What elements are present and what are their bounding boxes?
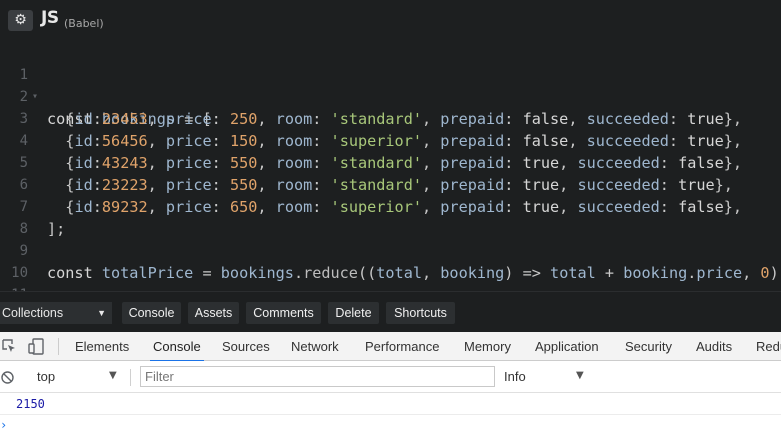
code-line: 10 bbox=[0, 240, 781, 281]
console-output-row: 2150 bbox=[0, 393, 781, 415]
caret-down-icon: ▼ bbox=[576, 370, 584, 381]
code-line: 6 {id:89232, price: 650, room: 'superior… bbox=[0, 152, 781, 216]
shortcuts-button[interactable]: Shortcuts bbox=[386, 302, 455, 324]
console-prompt-icon[interactable]: › bbox=[0, 418, 7, 432]
editor-language-title: JS bbox=[41, 8, 59, 28]
device-toolbar-icon[interactable] bbox=[28, 338, 46, 355]
tab-security[interactable]: Security bbox=[625, 332, 672, 361]
tab-performance[interactable]: Performance bbox=[365, 332, 439, 361]
tab-audits[interactable]: Audits bbox=[696, 332, 732, 361]
tab-network[interactable]: Network bbox=[291, 332, 339, 361]
caret-down-icon: ▼ bbox=[109, 370, 117, 381]
collections-dropdown[interactable]: Collections ▼ bbox=[0, 302, 112, 324]
code-line: 11 console.log(totalPrice); bbox=[0, 262, 781, 291]
clear-console-icon[interactable] bbox=[1, 371, 14, 384]
caret-down-icon: ▼ bbox=[97, 308, 106, 318]
devtools-panel: Elements Console Sources Network Perform… bbox=[0, 332, 781, 433]
code-area[interactable]: 1 ▾ const bookings = [ 2 {id:23453, pric… bbox=[0, 42, 781, 291]
line-number: 11 bbox=[0, 284, 28, 291]
console-filter-input[interactable] bbox=[140, 366, 495, 387]
console-filter-bar: top ▼ Info ▼ bbox=[0, 361, 781, 393]
code-line: 3 {id:56456, price: 150, room: 'superior… bbox=[0, 86, 781, 150]
editor-header: ⚙ JS (Babel) bbox=[0, 0, 781, 38]
filter-separator bbox=[130, 369, 131, 386]
tab-application[interactable]: Application bbox=[535, 332, 599, 361]
context-selector[interactable]: top bbox=[37, 369, 55, 384]
tab-sources[interactable]: Sources bbox=[222, 332, 270, 361]
tab-redux[interactable]: Redu bbox=[756, 332, 781, 361]
assets-button[interactable]: Assets bbox=[188, 302, 239, 324]
tab-memory[interactable]: Memory bbox=[464, 332, 511, 361]
console-button[interactable]: Console bbox=[122, 302, 181, 324]
code-line: 1 ▾ const bookings = [ bbox=[0, 42, 781, 128]
editor-preprocessor-label: (Babel) bbox=[64, 17, 104, 30]
console-output-value: 2150 bbox=[16, 397, 45, 411]
pen-footer-toolbar: Collections ▼ Console Assets Comments De… bbox=[0, 291, 781, 332]
comments-button[interactable]: Comments bbox=[246, 302, 321, 324]
tab-elements[interactable]: Elements bbox=[75, 332, 129, 361]
editor-settings-button[interactable]: ⚙ bbox=[8, 10, 33, 31]
code-line: 2 {id:23453, price: 250, room: 'standard… bbox=[0, 64, 781, 128]
code-line: 7 ]; bbox=[0, 174, 781, 238]
delete-button[interactable]: Delete bbox=[328, 302, 379, 324]
devtools-tabbar: Elements Console Sources Network Perform… bbox=[0, 332, 781, 362]
tab-separator bbox=[58, 338, 59, 355]
code-line: 8 bbox=[0, 196, 781, 237]
gear-icon: ⚙ bbox=[14, 12, 27, 28]
code-line: 5 {id:23223, price: 550, room: 'standard… bbox=[0, 130, 781, 194]
js-editor-panel[interactable]: ⚙ JS (Babel) 1 ▾ const bookings = [ 2 {i… bbox=[0, 0, 781, 291]
code-line: 9 const totalPrice = bookings.reduce((to… bbox=[0, 218, 781, 282]
tab-console[interactable]: Console bbox=[150, 332, 204, 362]
collections-label: Collections bbox=[2, 306, 64, 320]
code-line: 4 {id:43243, price: 550, room: 'standard… bbox=[0, 108, 781, 172]
log-level-selector[interactable]: Info bbox=[504, 369, 526, 384]
inspect-element-icon[interactable] bbox=[2, 339, 16, 353]
